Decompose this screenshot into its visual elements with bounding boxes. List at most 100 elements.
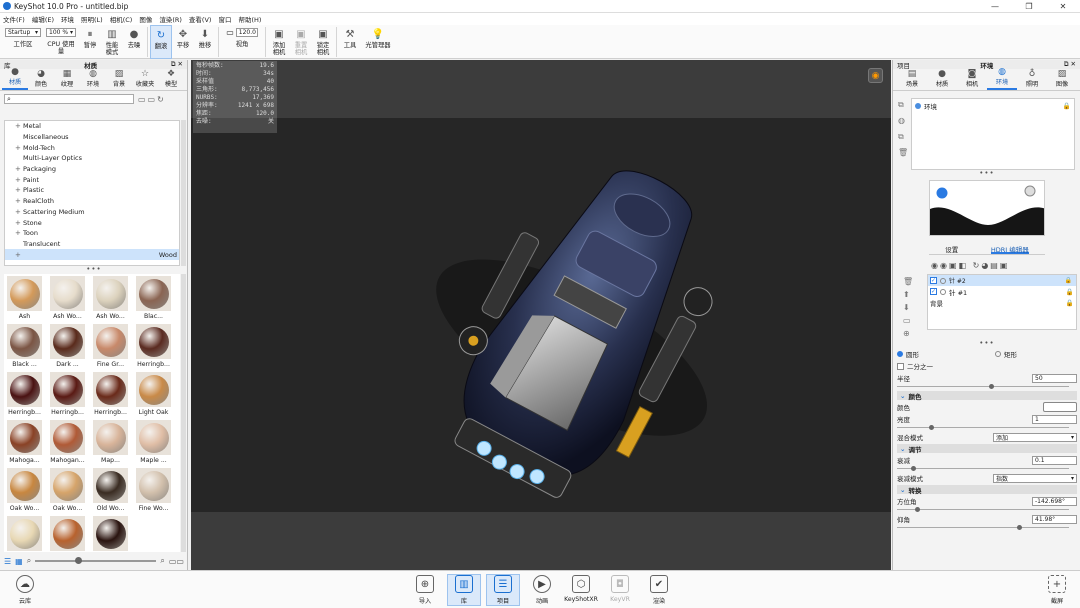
thumbnail-size-slider[interactable] xyxy=(35,557,157,564)
tab-environments[interactable]: ◍ 环境 xyxy=(80,69,106,90)
tree-item[interactable]: + Wood xyxy=(5,249,179,260)
delete-icon[interactable]: 🗑 xyxy=(898,148,908,157)
material-thumbnail[interactable]: Oak Wo... xyxy=(49,468,86,514)
expand-icon[interactable]: + xyxy=(15,251,23,259)
tree-item[interactable]: Translucent xyxy=(5,239,179,250)
material-thumbnail[interactable]: Maple ... xyxy=(135,420,172,466)
cloud-library-button[interactable]: ☁ 云库 xyxy=(8,575,42,605)
material-thumbnail[interactable]: Herringb... xyxy=(49,372,86,418)
tree-item[interactable]: + Toon xyxy=(5,228,179,239)
close-button[interactable]: ✕ xyxy=(1046,2,1080,11)
material-thumbnail[interactable]: Dark ... xyxy=(49,324,86,370)
lock-icon[interactable]: 🔒 xyxy=(1066,288,1074,296)
region-render-icon[interactable]: ◉ xyxy=(868,68,883,83)
material-thumbnail[interactable]: Herringb... xyxy=(6,372,43,418)
splitter-handle[interactable]: ••• xyxy=(893,170,1080,177)
render-button[interactable]: ✔ 渲染 xyxy=(642,575,676,605)
tab-backplates[interactable]: ▨ 背景 xyxy=(106,69,132,90)
material-thumbnail[interactable]: Ash xyxy=(6,276,43,322)
material-thumbnail[interactable]: Herringb... xyxy=(92,372,129,418)
tab-colors[interactable]: ◕ 颜色 xyxy=(28,69,54,90)
minimize-button[interactable]: — xyxy=(978,2,1012,11)
material-thumbnail[interactable]: Ash Wo... xyxy=(49,276,86,322)
material-thumbnail[interactable]: Black ... xyxy=(6,324,43,370)
move-up-icon[interactable]: ⬆ xyxy=(903,290,910,299)
menu-view[interactable]: 查看(V) xyxy=(189,14,212,24)
menu-image[interactable]: 图像 xyxy=(139,14,152,24)
material-thumbnail[interactable]: Light Oak xyxy=(135,372,172,418)
hdri-preview[interactable] xyxy=(929,180,1045,236)
slider-knob[interactable] xyxy=(915,507,920,512)
tab-environment[interactable]: ◍ 环境 xyxy=(987,67,1017,90)
splitter-handle[interactable]: ••• xyxy=(893,340,1080,347)
menu-lighting[interactable]: 照明(L) xyxy=(81,14,103,24)
azimuth-slider[interactable] xyxy=(897,507,1077,513)
half-row[interactable]: 二分之一 xyxy=(897,360,1077,372)
material-thumbnail[interactable]: Herringb... xyxy=(135,324,172,370)
tree-item[interactable]: + Stone xyxy=(5,217,179,228)
tree-item[interactable]: Multi-Layer Optics xyxy=(5,153,179,164)
tree-item[interactable]: + RealCloth xyxy=(5,196,179,207)
slider-knob[interactable] xyxy=(75,557,83,564)
library-search-input[interactable]: ⌕ xyxy=(4,94,134,104)
zoom-out-icon[interactable]: ⌕ xyxy=(27,556,31,566)
tree-item[interactable]: + Packaging xyxy=(5,164,179,175)
menu-help[interactable]: 帮助(H) xyxy=(238,14,261,24)
lock-icon[interactable]: 🔒 xyxy=(1065,277,1072,284)
tab-material[interactable]: ● 材质 xyxy=(927,69,957,90)
material-thumbnail[interactable]: Mahogan... xyxy=(49,420,86,466)
tree-item[interactable]: + Mold-Tech xyxy=(5,142,179,153)
pin-list-item[interactable]: 背景 🔒 xyxy=(928,297,1076,308)
material-thumbnail[interactable] xyxy=(49,516,86,552)
falloff-mode-select[interactable]: 指数 ▾ xyxy=(993,473,1077,483)
grid-scrollbar[interactable] xyxy=(181,274,186,552)
menu-environment[interactable]: 环境 xyxy=(61,14,74,24)
menu-file[interactable]: 文件(F) xyxy=(3,14,25,24)
tab-favorites[interactable]: ☆ 收藏夹 xyxy=(132,69,158,90)
pin-tool-icons[interactable]: ◉◉▣◧ ↻◕▤▣ xyxy=(931,261,1009,270)
delete-pin-icon[interactable]: 🗑 xyxy=(903,277,913,286)
add-camera-button[interactable]: ▣ 添加 相机 xyxy=(268,25,290,59)
material-thumbnail[interactable]: Blac... xyxy=(135,276,172,322)
checkbox-checked-icon[interactable]: ✓ xyxy=(930,288,937,295)
pin-list-item[interactable]: ✓ 针 #2 🔒 xyxy=(928,275,1076,286)
tab-models[interactable]: ❖ 模型 xyxy=(158,69,184,90)
workspace-select[interactable]: Startup ▾ xyxy=(5,28,41,37)
elevation-input[interactable]: 41.98° xyxy=(1032,514,1077,524)
color-section-header[interactable]: ⌄ 颜色 xyxy=(897,391,1077,401)
fov-input[interactable]: 120.0 xyxy=(235,28,258,37)
pin-list-item[interactable]: ✓ 针 #1 🔒 xyxy=(928,286,1076,297)
expand-icon[interactable]: + xyxy=(15,176,23,184)
panel-float-icon[interactable]: ⧉ ✕ xyxy=(1064,60,1076,69)
animation-button[interactable]: ▶ 动画 xyxy=(525,575,559,605)
expand-icon[interactable]: + xyxy=(15,165,23,173)
tumble-button[interactable]: ↻ 翻滚 xyxy=(150,25,172,59)
tab-lighting[interactable]: ♁ 照明 xyxy=(1017,69,1047,90)
expand-icon[interactable]: + xyxy=(15,186,23,194)
falloff-input[interactable]: 0.1 xyxy=(1032,455,1077,465)
radius-slider[interactable] xyxy=(897,384,1077,390)
radius-input[interactable]: 50 xyxy=(1032,373,1077,383)
tab-scene[interactable]: ▤ 场景 xyxy=(897,69,927,90)
tree-item[interactable]: + Plastic xyxy=(5,185,179,196)
dolly-button[interactable]: ⬇ 推移 xyxy=(194,25,216,59)
environment-list-item[interactable]: 环境 🔒 xyxy=(915,101,1071,111)
material-thumbnail[interactable] xyxy=(92,516,129,552)
denoise-button[interactable]: ● 去噪 xyxy=(123,25,145,59)
brightness-input[interactable]: 1 xyxy=(1032,414,1077,424)
tree-item[interactable]: Miscellaneous xyxy=(5,132,179,143)
tab-image[interactable]: ▨ 图像 xyxy=(1047,69,1077,90)
light-manager-button[interactable]: 💡 光管理器 xyxy=(361,25,395,59)
adjust-section-header[interactable]: ⌄ 调节 xyxy=(897,444,1077,454)
panel-float-icon[interactable]: ⧉ ✕ xyxy=(171,60,183,69)
add-environment-icon[interactable]: ◍ xyxy=(898,116,905,125)
grid-view-icon[interactable]: ▦ xyxy=(15,557,23,566)
pause-button[interactable]: ⏸ 暂停 xyxy=(79,25,101,59)
screenshot-button[interactable]: + 截屏 xyxy=(1040,575,1074,605)
target-icon[interactable]: ⊕ xyxy=(903,329,910,338)
list-view-icon[interactable]: ☰ xyxy=(4,557,11,566)
reset-camera-button[interactable]: ▣ 重置 相机 xyxy=(290,25,312,59)
performance-mode-button[interactable]: ▥ 性能 模式 xyxy=(101,25,123,59)
slider-knob[interactable] xyxy=(929,425,934,430)
tree-item[interactable]: + Scattering Medium xyxy=(5,207,179,218)
